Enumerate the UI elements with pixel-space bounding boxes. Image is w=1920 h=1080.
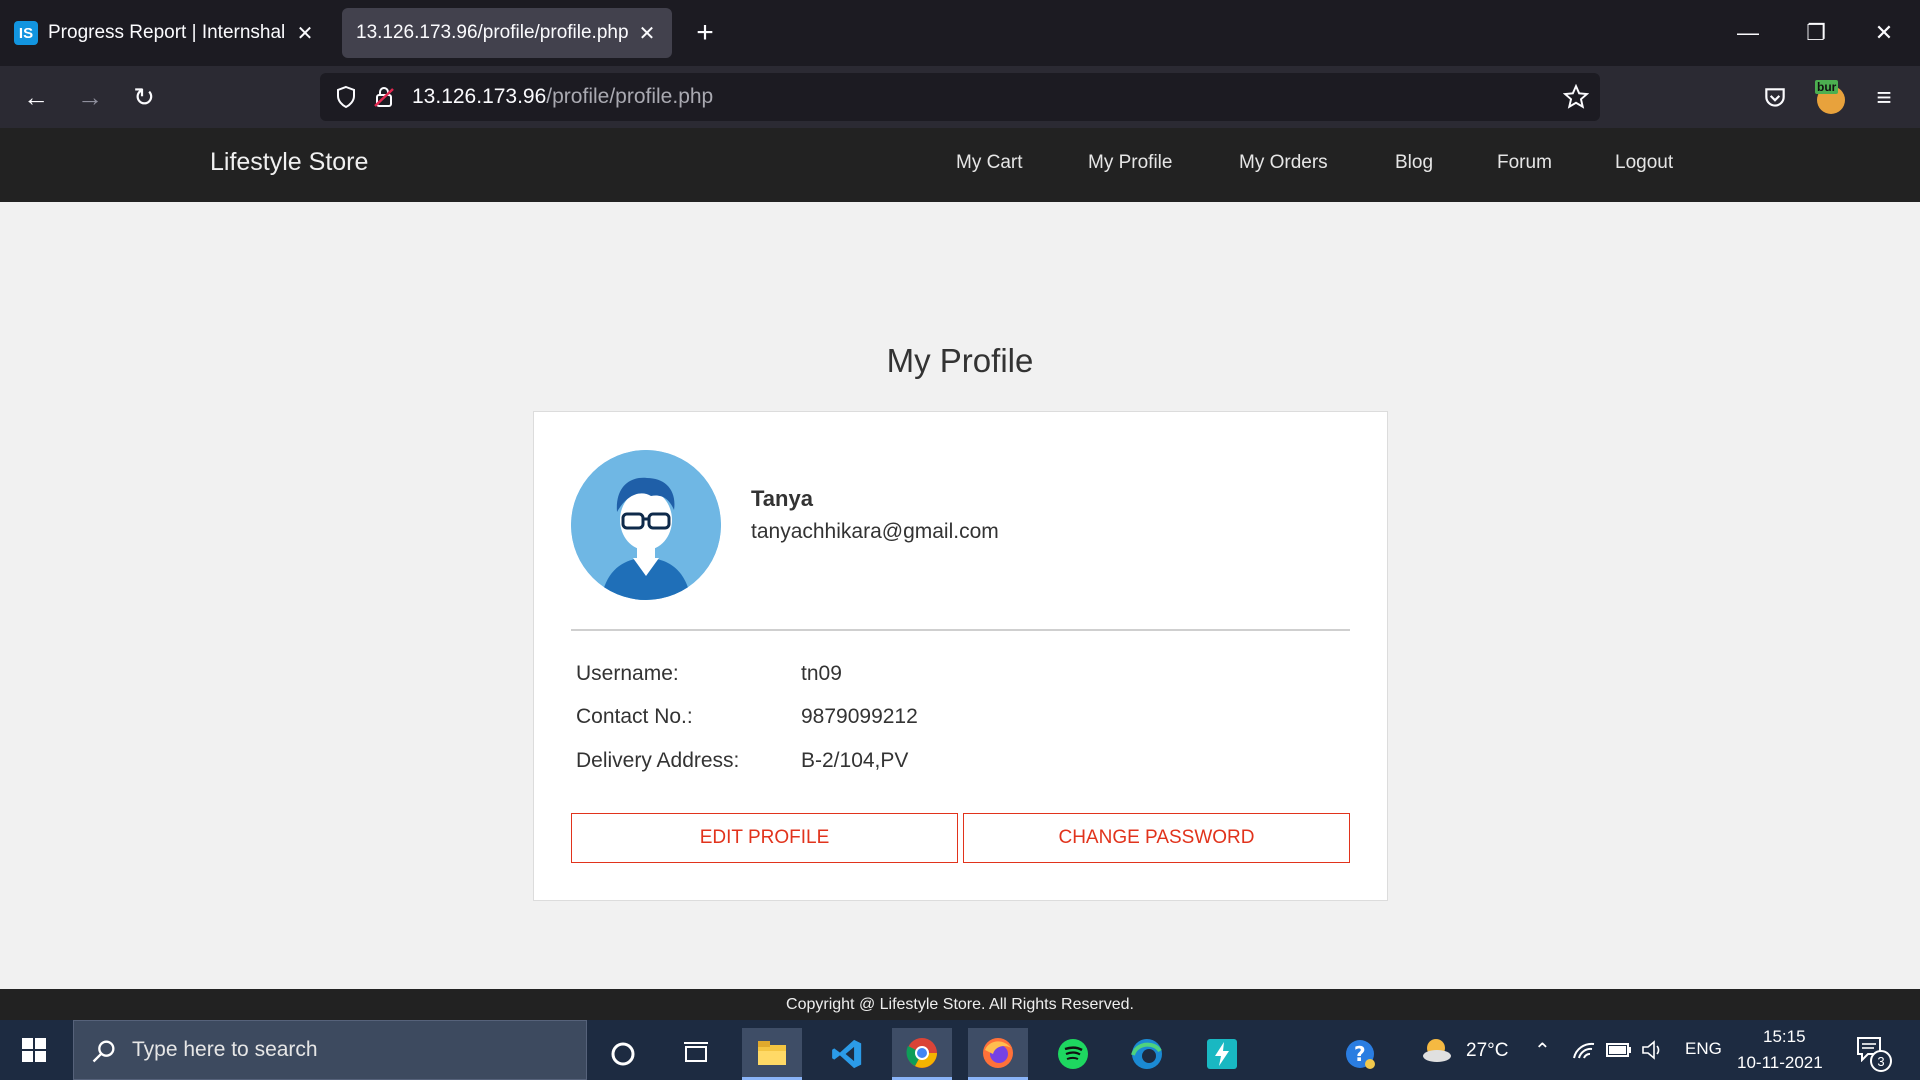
clock-date[interactable]: 10-11-2021 [1737,1053,1823,1073]
nav-my-profile[interactable]: My Profile [1088,152,1172,174]
site-header: Lifestyle Store My Cart My Profile My Or… [0,128,1920,202]
minimize-icon[interactable]: — [1714,0,1782,66]
internshala-favicon-icon: IS [14,21,38,45]
cortana-icon[interactable] [593,1028,653,1080]
nav-forum[interactable]: Forum [1497,152,1552,174]
edit-profile-button[interactable]: EDIT PROFILE [571,813,958,863]
browser-tab-strip: IS Progress Report | Internshala Tra ✕ 1… [0,0,1920,66]
address-label: Delivery Address: [576,749,740,772]
volume-icon[interactable] [1641,1040,1665,1060]
tab-profile[interactable]: 13.126.173.96/profile/profile.php ✕ [342,8,672,58]
firefox-icon[interactable] [968,1028,1028,1080]
notification-count-badge: 3 [1870,1050,1892,1072]
windows-taskbar: Type here to search ? 27°C ⌃ ENG 15:15 1… [0,1020,1920,1080]
username-value: tn09 [801,662,842,685]
search-placeholder: Type here to search [132,1038,318,1061]
user-name: Tanya [751,486,813,511]
site-footer: Copyright @ Lifestyle Store. All Rights … [0,989,1920,1020]
username-label: Username: [576,662,679,685]
site-nav: My Cart My Profile My Orders Blog Forum … [0,128,1920,202]
back-arrow-icon[interactable]: ← [14,75,58,119]
shield-icon[interactable] [334,85,358,109]
nav-my-cart[interactable]: My Cart [956,152,1023,174]
app-bolt-icon[interactable] [1192,1028,1252,1080]
clock-time[interactable]: 15:15 [1763,1027,1806,1047]
pocket-icon[interactable] [1762,85,1788,111]
insecure-lock-icon[interactable] [372,85,396,109]
extension-badge: bur [1815,80,1839,94]
language-indicator[interactable]: ENG [1685,1039,1722,1059]
forward-arrow-icon[interactable]: → [68,75,112,119]
edge-icon[interactable] [1117,1028,1177,1080]
tray-chevron-up-icon[interactable]: ⌃ [1534,1038,1551,1063]
page-title: My Profile [886,342,1034,379]
tab-title: 13.126.173.96/profile/profile.php [356,22,628,43]
task-view-icon[interactable] [666,1028,726,1080]
change-password-button[interactable]: CHANGE PASSWORD [963,813,1350,863]
bookmark-star-icon[interactable] [1563,84,1589,110]
user-avatar-icon [571,450,721,600]
url-host: 13.126.173.96 [412,85,547,108]
close-window-icon[interactable]: ✕ [1850,0,1918,66]
vscode-icon[interactable] [817,1028,877,1080]
url-text[interactable]: 13.126.173.96/profile/profile.php [412,85,713,109]
address-value: B-2/104,PV [801,749,909,772]
contact-value: 9879099212 [801,705,918,728]
chrome-icon[interactable] [892,1028,952,1080]
user-email: tanyachhikara@gmail.com [751,520,999,543]
close-tab-icon[interactable]: ✕ [636,22,658,45]
weather-icon[interactable] [1420,1034,1454,1066]
help-icon[interactable]: ? [1332,1028,1388,1080]
close-tab-icon[interactable]: ✕ [294,22,316,45]
spotify-icon[interactable] [1043,1028,1103,1080]
browser-navigation-bar: ← → ↻ 13.126.173.96/profile/profile.php … [0,66,1920,128]
menu-hamburger-icon[interactable]: ≡ [1862,75,1906,119]
extension-icon[interactable]: bur [1815,80,1847,114]
windows-start-icon[interactable] [14,1032,54,1068]
contact-label: Contact No.: [576,705,693,728]
network-icon[interactable] [1572,1040,1596,1060]
tab-progress-report[interactable]: IS Progress Report | Internshala Tra ✕ [0,8,330,58]
battery-icon[interactable] [1606,1042,1632,1058]
svg-text:?: ? [1354,1042,1366,1066]
restore-icon[interactable]: ❐ [1782,0,1850,66]
nav-logout[interactable]: Logout [1615,152,1673,174]
search-icon [92,1040,115,1063]
new-tab-plus-icon[interactable]: + [688,16,722,50]
taskbar-search[interactable]: Type here to search [73,1020,587,1080]
reload-icon[interactable]: ↻ [122,75,166,119]
temperature[interactable]: 27°C [1466,1040,1508,1062]
nav-my-orders[interactable]: My Orders [1239,152,1328,174]
profile-card: Tanya tanyachhikara@gmail.com Username: … [533,411,1388,901]
url-path: /profile/profile.php [546,85,714,108]
tab-title: Progress Report | Internshala Tra [48,22,286,43]
url-bar[interactable]: 13.126.173.96/profile/profile.php [320,73,1600,121]
file-explorer-icon[interactable] [742,1028,802,1080]
divider [571,629,1350,631]
nav-blog[interactable]: Blog [1395,152,1433,174]
